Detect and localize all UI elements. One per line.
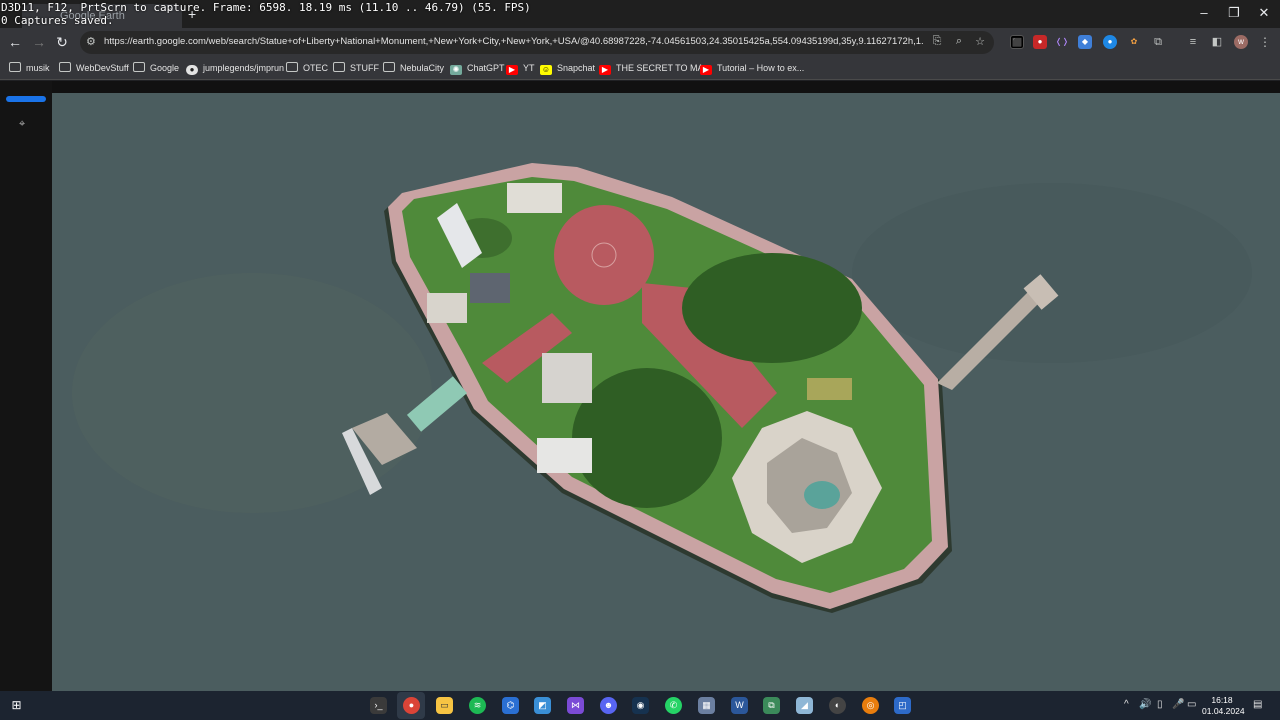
snapchat-icon: ☺ bbox=[540, 65, 552, 75]
overlay-line-1: D3D11, F12, PrtScrn to capture. Frame: 6… bbox=[1, 1, 531, 14]
clock-time: 16:18 bbox=[1211, 695, 1233, 705]
file-explorer-icon[interactable]: ▭ bbox=[436, 697, 453, 714]
bookmark-otec[interactable]: OTEC bbox=[286, 61, 328, 75]
bookmark-tutorial[interactable]: ▶ Tutorial – How to ex... bbox=[700, 61, 804, 75]
calculator-app-icon[interactable]: ▦ bbox=[698, 697, 715, 714]
extension-icon-2[interactable]: ● bbox=[1033, 35, 1047, 49]
folder-icon bbox=[59, 62, 71, 72]
forward-button[interactable]: → bbox=[30, 33, 48, 51]
bookmark-google[interactable]: Google bbox=[133, 61, 179, 75]
windows-taskbar: ⊞ ›_ ● ▭ ≋ ⌬ ◩ ⋈ ☻ ◉ ✆ ▦ W ⧉ ◢ ◐ ◎ ◰ ^ 🔊… bbox=[0, 691, 1280, 720]
folder-icon bbox=[286, 62, 298, 72]
whatsapp-app-icon[interactable]: ✆ bbox=[665, 697, 682, 714]
network-icon[interactable]: ▭ bbox=[1187, 699, 1196, 710]
blender-app-icon[interactable]: ◎ bbox=[862, 697, 879, 714]
chrome-app-icon[interactable]: ● bbox=[403, 697, 420, 714]
battery-icon[interactable]: ▯ bbox=[1157, 699, 1163, 710]
bookmark-musik[interactable]: musik bbox=[9, 61, 50, 75]
youtube-icon: ▶ bbox=[599, 65, 611, 75]
steam-app-icon[interactable]: ◉ bbox=[632, 697, 649, 714]
volume-icon[interactable]: 🔊 bbox=[1139, 699, 1151, 710]
url-text: https://earth.google.com/web/search/Stat… bbox=[104, 36, 924, 47]
bookmark-secret[interactable]: ▶ THE SECRET TO MA... bbox=[599, 61, 711, 75]
extensions-puzzle-icon[interactable]: ⧉ bbox=[1151, 35, 1165, 49]
building-south bbox=[537, 438, 592, 473]
bookmark-jumplegends[interactable]: ● jumplegends/jmprun bbox=[186, 61, 284, 75]
bookmark-star-icon[interactable]: ☆ bbox=[973, 35, 987, 48]
building-north bbox=[507, 183, 562, 213]
app-icon-6[interactable]: ◩ bbox=[534, 697, 551, 714]
map-svg[interactable] bbox=[52, 93, 1280, 691]
app-icon-15[interactable]: ◐ bbox=[829, 697, 846, 714]
place-pin-icon: ⌖ bbox=[19, 118, 26, 130]
earth-top-strip bbox=[0, 81, 1280, 93]
folder-icon bbox=[333, 62, 345, 72]
address-bar[interactable]: ⚙ https://earth.google.com/web/search/St… bbox=[80, 31, 994, 54]
visual-studio-icon[interactable]: ⋈ bbox=[567, 697, 584, 714]
folder-icon bbox=[383, 62, 395, 72]
bookmark-yt[interactable]: ▶ YT bbox=[506, 61, 535, 75]
extension-icon-6[interactable]: ✿ bbox=[1127, 35, 1141, 49]
extension-icon-3[interactable]: ❬❭ bbox=[1055, 35, 1069, 49]
youtube-icon: ▶ bbox=[700, 65, 712, 75]
new-project-button[interactable] bbox=[6, 96, 46, 102]
building-center bbox=[542, 353, 592, 403]
browser-toolbar: ← → ↻ ⚙ https://earth.google.com/web/sea… bbox=[0, 28, 1280, 56]
install-app-icon[interactable]: ⎘ bbox=[930, 35, 944, 48]
water-shade bbox=[72, 273, 432, 513]
site-info-icon[interactable]: ⚙ bbox=[86, 35, 96, 48]
water-shade-2 bbox=[852, 183, 1252, 363]
folder-icon bbox=[9, 62, 21, 72]
app-icon-17[interactable]: ◰ bbox=[894, 697, 911, 714]
app-icon-14[interactable]: ◢ bbox=[796, 697, 813, 714]
spotify-app-icon[interactable]: ≋ bbox=[469, 697, 486, 714]
capture-overlay: D3D11, F12, PrtScrn to capture. Frame: 6… bbox=[0, 0, 531, 28]
back-button[interactable]: ← bbox=[6, 33, 24, 51]
bookmark-stuff[interactable]: STUFF bbox=[333, 61, 379, 75]
overlay-line-2: 0 Captures saved. bbox=[1, 14, 114, 27]
circular-plaza bbox=[554, 205, 654, 305]
system-clock[interactable]: 16:18 01.04.2024 bbox=[1202, 695, 1245, 717]
bookmark-nebulacity[interactable]: NebulaCity bbox=[383, 61, 444, 75]
extension-icon-4[interactable]: ◆ bbox=[1078, 35, 1092, 49]
youtube-icon: ▶ bbox=[506, 65, 518, 75]
side-panel-icon[interactable]: ◧ bbox=[1210, 35, 1224, 49]
statue-of-liberty bbox=[804, 481, 840, 509]
show-hidden-icons[interactable]: ^ bbox=[1124, 699, 1129, 710]
minimize-icon[interactable]: – bbox=[1196, 5, 1212, 20]
bookmarks-bar: musik WebDevStuff Google ● jumplegends/jm… bbox=[0, 56, 1280, 80]
building-sw bbox=[427, 293, 467, 323]
app-icon-13[interactable]: ⧉ bbox=[763, 697, 780, 714]
terminal-app-icon[interactable]: ›_ bbox=[370, 697, 387, 714]
zoom-icon[interactable]: ⌕ bbox=[952, 35, 966, 48]
discord-app-icon[interactable]: ☻ bbox=[600, 697, 617, 714]
profile-avatar[interactable]: w bbox=[1234, 35, 1248, 49]
notifications-icon[interactable]: ▤ bbox=[1253, 699, 1262, 710]
north-tree-grove bbox=[682, 253, 862, 363]
building-dark bbox=[470, 273, 510, 303]
chatgpt-icon: ✺ bbox=[450, 65, 462, 75]
microphone-icon[interactable]: 🎤 bbox=[1172, 699, 1184, 710]
extension-icon-1[interactable]: ⬛ bbox=[1010, 35, 1024, 49]
earth-page: ⌖ bbox=[0, 81, 1280, 691]
bookmark-snapchat[interactable]: ☺ Snapchat bbox=[540, 61, 595, 75]
earth-side-panel: ⌖ bbox=[0, 81, 52, 691]
close-window-icon[interactable]: ✕ bbox=[1256, 5, 1272, 21]
folder-icon bbox=[133, 62, 145, 72]
github-icon: ● bbox=[186, 65, 198, 75]
browser-menu-icon[interactable]: ⋮ bbox=[1258, 35, 1272, 49]
restore-icon[interactable]: ❐ bbox=[1226, 5, 1242, 21]
bookmark-webdevstuff[interactable]: WebDevStuff bbox=[59, 61, 129, 75]
central-tree-grove bbox=[572, 368, 722, 508]
vscode-app-icon[interactable]: ⌬ bbox=[502, 697, 519, 714]
start-button[interactable]: ⊞ bbox=[8, 697, 25, 714]
bookmark-chatgpt[interactable]: ✺ ChatGPT bbox=[450, 61, 505, 75]
tab-search-icon[interactable]: ≡ bbox=[1186, 35, 1200, 49]
clock-date: 01.04.2024 bbox=[1202, 706, 1245, 716]
word-app-icon[interactable]: W bbox=[731, 697, 748, 714]
extension-icon-5[interactable]: ● bbox=[1103, 35, 1117, 49]
green-roof bbox=[807, 378, 852, 400]
reload-button[interactable]: ↻ bbox=[53, 33, 71, 51]
satellite-map[interactable] bbox=[52, 93, 1280, 691]
